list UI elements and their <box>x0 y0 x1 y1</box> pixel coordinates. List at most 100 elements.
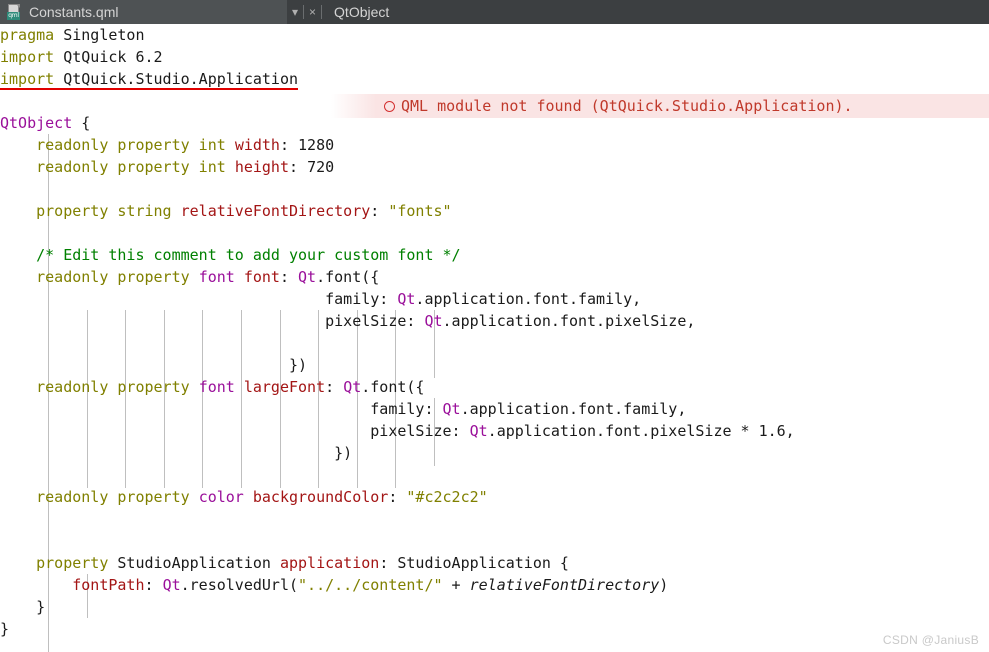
code-token: color <box>198 488 244 506</box>
code-token: : <box>379 554 398 572</box>
code-line[interactable]: } <box>0 618 989 640</box>
code-line[interactable]: } <box>0 596 989 618</box>
code-token: QtQuick.Studio.Application <box>63 70 299 90</box>
code-line[interactable]: pixelSize: Qt.application.font.pixelSize… <box>0 420 989 442</box>
code-line[interactable]: fontPath: Qt.resolvedUrl("../../content/… <box>0 574 989 596</box>
code-line[interactable]: readonly property int width: 1280 <box>0 134 989 156</box>
code-token: : <box>144 576 163 594</box>
code-token: /* Edit this comment to add your custom … <box>36 246 461 264</box>
code-token: import <box>0 70 64 90</box>
code-line[interactable] <box>0 90 989 112</box>
code-token: Qt <box>397 290 416 308</box>
code-token: family: <box>0 290 398 308</box>
code-line[interactable]: property string relativeFontDirectory: "… <box>0 200 989 222</box>
chevron-down-icon[interactable]: ▾ <box>287 0 303 24</box>
editor-tab-label: Constants.qml <box>29 4 119 20</box>
code-token: largeFont <box>243 378 326 396</box>
code-token: }) <box>0 356 308 374</box>
code-token: readonly property <box>36 268 199 286</box>
code-token: family: <box>0 400 443 418</box>
watermark-text: CSDN @JaniusB <box>882 633 979 647</box>
code-token: : <box>370 202 389 220</box>
code-token: Qt <box>298 268 317 286</box>
code-token: "#c2c2c2" <box>406 488 488 506</box>
code-token: property <box>36 554 118 572</box>
code-token: readonly property <box>36 378 199 396</box>
code-token: readonly property <box>36 488 199 506</box>
code-token: height <box>234 158 289 176</box>
code-line[interactable]: import QtQuick.Studio.Application <box>0 68 989 90</box>
code-token: StudioApplication { <box>397 554 569 572</box>
code-token: application <box>279 554 380 572</box>
code-line[interactable]: family: Qt.application.font.family, <box>0 398 989 420</box>
code-token: pixelSize: <box>0 422 470 440</box>
code-token: Qt <box>469 422 488 440</box>
code-line[interactable]: pixelSize: Qt.application.font.pixelSize… <box>0 310 989 332</box>
code-line[interactable] <box>0 332 989 354</box>
code-line[interactable]: property StudioApplication application: … <box>0 552 989 574</box>
code-line[interactable]: }) <box>0 442 989 464</box>
code-token: relativeFontDirectory <box>180 202 371 220</box>
code-line[interactable]: readonly property color backgroundColor:… <box>0 486 989 508</box>
code-line[interactable] <box>0 222 989 244</box>
code-token: .resolvedUrl( <box>180 576 299 594</box>
titlebar-divider-2 <box>321 5 323 19</box>
code-line[interactable] <box>0 464 989 486</box>
code-token: } <box>0 620 10 638</box>
code-line[interactable] <box>0 530 989 552</box>
code-token: }) <box>0 444 353 462</box>
code-line[interactable]: import QtQuick 6.2 <box>0 46 989 68</box>
code-token: + <box>442 576 470 594</box>
code-token: readonly property int <box>36 158 235 176</box>
code-token: : <box>388 488 407 506</box>
code-token: .application.font.family, <box>460 400 687 418</box>
code-token: ) <box>659 576 669 594</box>
code-token: 1280 <box>298 136 335 154</box>
code-line[interactable]: readonly property font largeFont: Qt.fon… <box>0 376 989 398</box>
code-token: : <box>279 136 299 154</box>
code-token: 720 <box>307 158 335 176</box>
code-token: Qt <box>424 312 443 330</box>
editor-tab-constants-qml[interactable]: qml Constants.qml <box>0 0 287 24</box>
code-token: pragma <box>0 26 64 44</box>
code-token: : <box>279 268 299 286</box>
code-token: QtQuick <box>63 48 127 66</box>
code-line[interactable]: pragma Singleton <box>0 24 989 46</box>
code-token: "fonts" <box>388 202 452 220</box>
code-token: Qt <box>162 576 181 594</box>
breadcrumb-qtobject[interactable]: QtObject <box>334 4 389 20</box>
code-token: { <box>72 114 91 132</box>
code-token: .application.font.pixelSize * 1.6, <box>487 422 795 440</box>
code-token: .font({ <box>361 378 425 396</box>
code-line[interactable]: readonly property font font: Qt.font({ <box>0 266 989 288</box>
code-line[interactable]: family: Qt.application.font.family, <box>0 288 989 310</box>
code-token: } <box>0 598 46 616</box>
code-token: Qt <box>343 378 362 396</box>
code-content[interactable]: pragma Singleton import QtQuick 6.2 import… <box>0 24 989 640</box>
code-token: font <box>198 378 235 396</box>
close-icon[interactable]: × <box>304 0 321 24</box>
code-line[interactable]: readonly property int height: 720 <box>0 156 989 178</box>
code-editor[interactable]: pragma Singleton import QtQuick 6.2 import… <box>0 24 989 652</box>
code-line[interactable]: }) <box>0 354 989 376</box>
code-line[interactable]: /* Edit this comment to add your custom … <box>0 244 989 266</box>
code-token: : <box>325 378 344 396</box>
code-line[interactable] <box>0 178 989 200</box>
code-line[interactable] <box>0 508 989 530</box>
code-line[interactable]: QtObject { <box>0 112 989 134</box>
code-token: Singleton <box>63 26 145 44</box>
code-token: property string <box>36 202 181 220</box>
code-token: StudioApplication <box>117 554 271 572</box>
